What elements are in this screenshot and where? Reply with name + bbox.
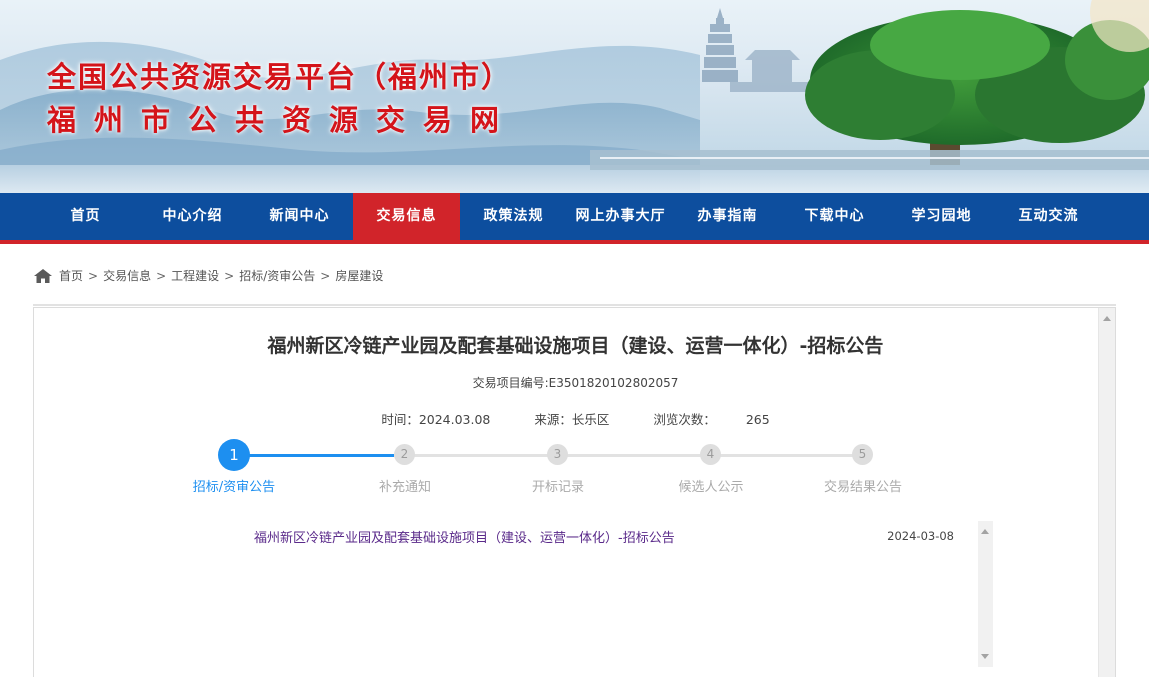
- step-2-circle[interactable]: 2: [394, 444, 415, 465]
- views-label: 浏览次数：: [653, 412, 716, 427]
- scroll-down-arrow-icon[interactable]: [981, 654, 989, 659]
- nav-item-home[interactable]: 首页: [32, 193, 139, 240]
- nav-item-guide[interactable]: 办事指南: [674, 193, 781, 240]
- step-4-label[interactable]: 候选人公示: [678, 476, 743, 495]
- list-item: 福州新区冷链产业园及配套基础设施项目（建设、运营一体化）-招标公告 2024-0…: [254, 526, 954, 546]
- breadcrumb-separator: >: [156, 269, 167, 283]
- article-meta: 时间：2024.03.08 来源：长乐区 浏览次数： 265: [34, 409, 1117, 428]
- nav-item-news[interactable]: 新闻中心: [246, 193, 353, 240]
- scroll-up-arrow-icon[interactable]: [981, 529, 989, 534]
- main-nav: 首页 中心介绍 新闻中心 交易信息 政策法规 网上办事大厅 办事指南 下载中心 …: [0, 193, 1149, 244]
- step-2-label[interactable]: 补充通知: [379, 476, 431, 495]
- publish-time: 时间：2024.03.08: [381, 412, 491, 427]
- article-title: 福州新区冷链产业园及配套基础设施项目（建设、运营一体化）-招标公告: [267, 335, 884, 357]
- step-1-circle[interactable]: 1: [218, 439, 250, 471]
- announcement-link[interactable]: 福州新区冷链产业园及配套基础设施项目（建设、运营一体化）-招标公告: [254, 527, 675, 546]
- breadcrumb-building[interactable]: 房屋建设: [335, 266, 383, 286]
- step-3-label[interactable]: 开标记录: [532, 476, 584, 495]
- step-line-idle: [394, 454, 864, 457]
- nav-item-trade-info[interactable]: 交易信息: [353, 193, 460, 240]
- content-panel: 福州新区冷链产业园及配套基础设施项目（建设、运营一体化）-招标公告 交易项目编号…: [33, 307, 1116, 677]
- project-code: 交易项目编号:E3501820102802057: [472, 376, 679, 390]
- breadcrumb: 首页 > 交易信息 > 工程建设 > 招标/资审公告 > 房屋建设: [33, 266, 1116, 306]
- scroll-up-arrow-icon[interactable]: [1103, 316, 1111, 321]
- breadcrumb-separator: >: [224, 269, 235, 283]
- step-5-circle[interactable]: 5: [852, 444, 873, 465]
- breadcrumb-home[interactable]: 首页: [59, 266, 83, 286]
- nav-item-download[interactable]: 下载中心: [781, 193, 888, 240]
- views-count: 265: [745, 412, 770, 427]
- nav-item-about[interactable]: 中心介绍: [139, 193, 246, 240]
- step-5-label[interactable]: 交易结果公告: [824, 476, 902, 495]
- breadcrumb-trade-info[interactable]: 交易信息: [103, 266, 151, 286]
- announcement-list: 福州新区冷链产业园及配套基础设施项目（建设、运营一体化）-招标公告 2024-0…: [239, 521, 993, 667]
- source: 来源：长乐区: [534, 412, 610, 427]
- breadcrumb-tender-notice[interactable]: 招标/资审公告: [239, 266, 315, 286]
- home-icon[interactable]: [33, 268, 53, 284]
- nav-item-policy[interactable]: 政策法规: [460, 193, 567, 240]
- breadcrumb-separator: >: [88, 269, 99, 283]
- step-4-circle[interactable]: 4: [700, 444, 721, 465]
- step-1-label[interactable]: 招标/资审公告: [193, 476, 275, 495]
- breadcrumb-separator: >: [320, 269, 331, 283]
- site-title: 全国公共资源交易平台（福州市）: [47, 60, 513, 94]
- site-subtitle: 福州市公共资源交易网: [47, 103, 518, 137]
- announcement-date: 2024-03-08: [887, 529, 954, 543]
- breadcrumb-construction[interactable]: 工程建设: [171, 266, 219, 286]
- nav-item-online-hall[interactable]: 网上办事大厅: [567, 193, 674, 240]
- step-3-circle[interactable]: 3: [547, 444, 568, 465]
- nav-item-learning[interactable]: 学习园地: [888, 193, 995, 240]
- list-scrollbar[interactable]: [978, 521, 993, 667]
- panel-scrollbar[interactable]: [1098, 308, 1115, 677]
- nav-item-interaction[interactable]: 互动交流: [995, 193, 1102, 240]
- step-line-active: [234, 454, 394, 457]
- header-banner: 全国公共资源交易平台（福州市） 福州市公共资源交易网: [0, 0, 1149, 193]
